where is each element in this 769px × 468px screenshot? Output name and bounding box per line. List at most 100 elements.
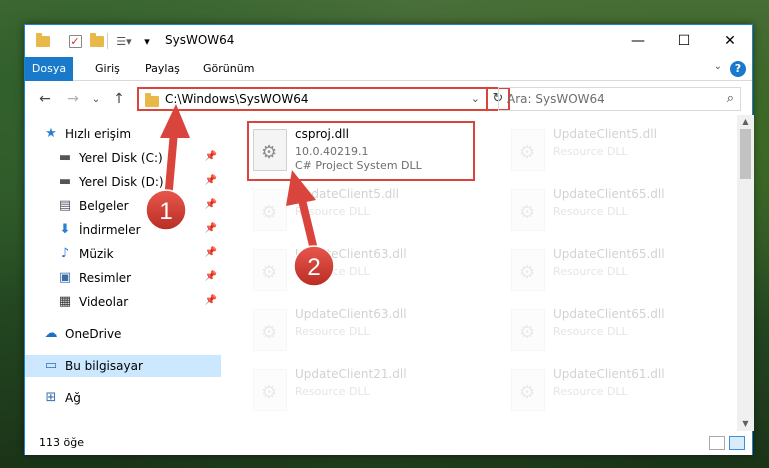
details-view-icon[interactable] [709, 436, 725, 450]
file-tile[interactable]: ⚙ UpdateClient65.dll Resource DLL [505, 301, 733, 359]
sidebar-item-network[interactable]: ⊞ Ağ [25, 387, 221, 409]
customize-toolbar-icon[interactable]: ☰▾ [113, 33, 135, 49]
tab-view[interactable]: Görünüm [199, 57, 258, 81]
properties-icon[interactable]: ✓ [67, 33, 83, 49]
large-icons-view-icon[interactable] [729, 436, 745, 450]
file-name: UpdateClient63.dll [295, 307, 407, 321]
file-tile[interactable]: ⚙ UpdateClient65.dll Resource DLL [505, 241, 733, 299]
maximize-button[interactable]: ☐ [661, 25, 707, 57]
tab-file[interactable]: Dosya [25, 57, 73, 81]
gear-icon: ⚙ [261, 382, 278, 403]
recent-locations-button[interactable]: ⌄ [89, 89, 103, 109]
sidebar-item-label: Ağ [65, 391, 81, 405]
dll-file-icon: ⚙ [511, 249, 545, 291]
explorer-window: ✓ ☰▾ ▾ SysWOW64 — ☐ ✕ Dosya Giriş Paylaş… [24, 24, 754, 455]
drive-icon: ▬ [58, 174, 72, 189]
video-icon: ▦ [58, 294, 72, 309]
close-button[interactable]: ✕ [707, 25, 753, 57]
file-tile[interactable]: ⚙ UpdateClient5.dll Resource DLL [247, 181, 475, 239]
new-folder-icon[interactable] [89, 32, 105, 49]
pin-icon[interactable]: 📌 [205, 223, 217, 234]
pin-icon[interactable]: 📌 [205, 247, 217, 258]
pin-icon[interactable]: 📌 [205, 295, 217, 306]
sidebar-item-quick-access[interactable]: ★ Hızlı erişim [25, 123, 221, 145]
sidebar-item-pictures[interactable]: ▣ Resimler 📌 [25, 267, 221, 289]
tab-share[interactable]: Paylaş [141, 57, 184, 81]
dll-file-icon: ⚙ [253, 249, 287, 291]
music-icon: ♪ [60, 246, 70, 261]
forward-button[interactable]: → [63, 89, 83, 109]
tab-home[interactable]: Giriş [91, 57, 124, 81]
scrollbar-thumb[interactable] [740, 129, 751, 179]
file-type: Resource DLL [553, 385, 628, 398]
sidebar-item-this-pc[interactable]: ▭ Bu bilgisayar [25, 355, 221, 377]
file-highlight-box [247, 121, 475, 181]
sidebar-item-documents[interactable]: ▤ Belgeler 📌 [25, 195, 221, 217]
chevron-down-icon[interactable]: ▾ [141, 33, 153, 49]
star-icon: ★ [45, 126, 57, 141]
gear-icon: ⚙ [519, 382, 536, 403]
dll-file-icon: ⚙ [511, 129, 545, 171]
address-bar[interactable]: C:\Windows\SysWOW64 ⌄ [137, 87, 488, 111]
pin-icon[interactable]: 📌 [205, 271, 217, 282]
sidebar-item-drive-c[interactable]: ▬ Yerel Disk (C:) 📌 [25, 147, 221, 169]
gear-icon: ⚙ [519, 262, 536, 283]
computer-icon: ▭ [44, 358, 58, 373]
file-tile[interactable]: ⚙ UpdateClient5.dll Resource DLL [505, 121, 733, 179]
sidebar-item-label: Belgeler [79, 199, 129, 213]
ribbon-tabs: Dosya Giriş Paylaş Görünüm ⌄ ? [25, 57, 752, 81]
file-tile[interactable]: ⚙ UpdateClient63.dll Resource DLL [247, 301, 475, 359]
file-type: Resource DLL [295, 325, 370, 338]
gear-icon: ⚙ [261, 202, 278, 223]
gear-icon: ⚙ [261, 322, 278, 343]
sidebar-item-videos[interactable]: ▦ Videolar 📌 [25, 291, 221, 313]
chevron-down-icon[interactable]: ⌄ [714, 61, 722, 72]
pin-icon[interactable]: 📌 [205, 199, 217, 210]
file-type: Resource DLL [553, 325, 628, 338]
address-path: C:\Windows\SysWOW64 [165, 92, 309, 106]
dll-file-icon: ⚙ [253, 189, 287, 231]
sidebar-item-drive-d[interactable]: ▬ Yerel Disk (D:) 📌 [25, 171, 221, 193]
sidebar-item-label: Bu bilgisayar [65, 359, 143, 373]
chevron-down-icon[interactable]: ⌄ [471, 92, 480, 105]
toolbar-separator [107, 33, 108, 49]
network-icon: ⊞ [45, 390, 57, 405]
pin-icon[interactable]: 📌 [205, 175, 217, 186]
dll-file-icon: ⚙ [511, 369, 545, 411]
dll-file-icon: ⚙ [253, 309, 287, 351]
search-icon[interactable]: ⌕ [727, 91, 734, 106]
sidebar-item-label: Resimler [79, 271, 132, 285]
pin-icon[interactable]: 📌 [205, 151, 217, 162]
sidebar-item-downloads[interactable]: ⬇ İndirmeler 📌 [25, 219, 221, 241]
window-title: SysWOW64 [165, 33, 235, 47]
file-type: Resource DLL [295, 265, 370, 278]
file-name: UpdateClient65.dll [553, 307, 665, 321]
sidebar-item-label: Hızlı erişim [65, 127, 132, 141]
sidebar-item-music[interactable]: ♪ Müzik 📌 [25, 243, 221, 265]
search-input[interactable]: Ara: SysWOW64 ⌕ [498, 87, 741, 111]
file-tile[interactable]: ⚙ UpdateClient63.dll Resource DLL [247, 241, 475, 299]
file-tile[interactable]: ⚙ UpdateClient65.dll Resource DLL [505, 181, 733, 239]
file-name: UpdateClient21.dll [295, 367, 407, 381]
drive-icon: ▬ [58, 150, 72, 165]
file-tile[interactable]: ⚙ UpdateClient21.dll Resource DLL [247, 361, 475, 419]
search-placeholder: Ara: SysWOW64 [507, 92, 605, 106]
vertical-scrollbar[interactable]: ▲ ▼ [737, 115, 754, 431]
navigation-pane: ★ Hızlı erişim ▬ Yerel Disk (C:) 📌 ▬ Yer… [25, 121, 221, 431]
minimize-button[interactable]: — [615, 25, 661, 57]
back-button[interactable]: ← [35, 89, 55, 109]
title-bar: ✓ ☰▾ ▾ SysWOW64 — ☐ ✕ [25, 25, 752, 57]
status-bar: 113 öğe [25, 431, 752, 455]
sidebar-item-onedrive[interactable]: ☁ OneDrive [25, 323, 221, 345]
file-tile[interactable]: ⚙ UpdateClient61.dll Resource DLL [505, 361, 733, 419]
file-type: Resource DLL [295, 385, 370, 398]
help-icon[interactable]: ? [730, 61, 746, 77]
sidebar-item-label: Yerel Disk (C:) [79, 151, 163, 165]
up-button[interactable]: ↑ [109, 89, 129, 109]
file-type: Resource DLL [295, 205, 370, 218]
scroll-up-icon[interactable]: ▲ [737, 115, 754, 129]
scroll-down-icon[interactable]: ▼ [737, 417, 754, 431]
document-icon: ▤ [58, 198, 72, 213]
file-name: UpdateClient5.dll [553, 127, 657, 141]
pictures-icon: ▣ [58, 270, 72, 285]
